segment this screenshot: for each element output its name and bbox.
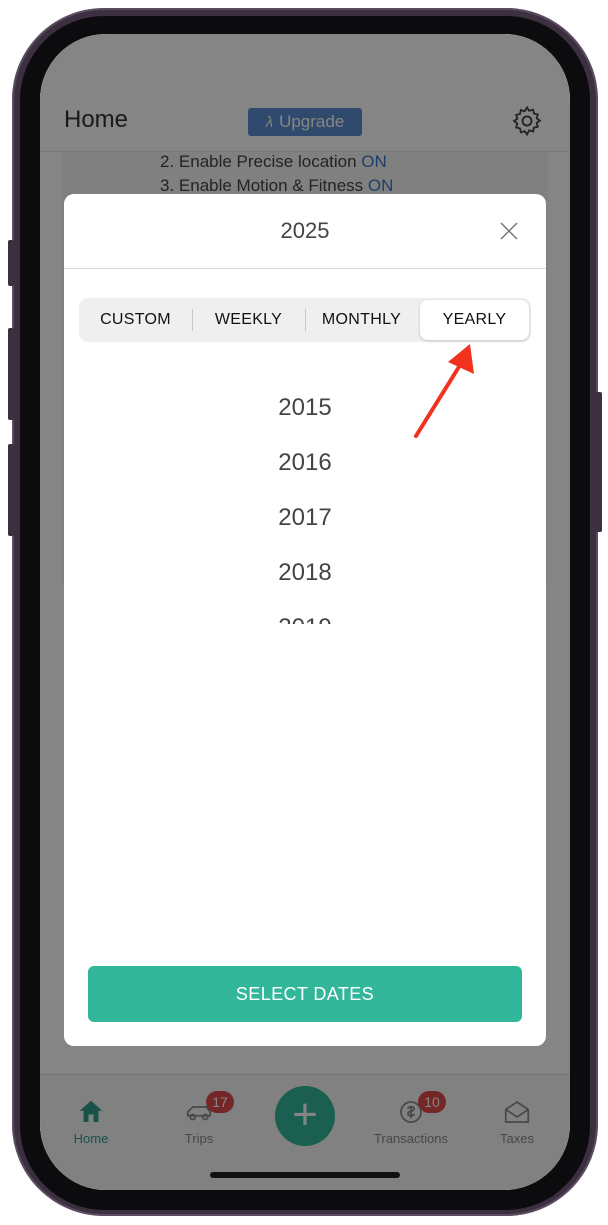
side-button-volume-up [8, 328, 14, 420]
select-dates-button[interactable]: SELECT DATES [88, 966, 522, 1022]
year-option[interactable]: 2019 [64, 600, 546, 624]
year-option[interactable]: 2017 [64, 490, 546, 545]
side-button-volume-down [8, 444, 14, 536]
year-picker-list[interactable]: 2015 2016 2017 2018 2019 [64, 380, 546, 624]
modal-title: 2025 [280, 218, 330, 243]
year-option[interactable]: 2018 [64, 545, 546, 600]
side-button-action [8, 240, 14, 286]
year-option[interactable]: 2016 [64, 435, 546, 490]
period-segmented-control: CUSTOM WEEKLY MONTHLY YEARLY [79, 298, 531, 342]
home-indicator[interactable] [210, 1172, 400, 1178]
date-range-modal: 2025 CUSTOM WEEKLY MONTHLY YEARLY 2015 2… [64, 194, 546, 1046]
side-button-power [596, 392, 602, 532]
screen: Home λ Upgrade 2. Enable Precise locatio… [40, 34, 570, 1190]
close-icon[interactable] [498, 220, 520, 242]
modal-divider [64, 268, 546, 269]
tab-weekly[interactable]: WEEKLY [192, 298, 305, 342]
year-option[interactable]: 2015 [64, 380, 546, 435]
tab-monthly[interactable]: MONTHLY [305, 298, 418, 342]
tab-custom[interactable]: CUSTOM [79, 298, 192, 342]
tab-yearly[interactable]: YEARLY [420, 300, 529, 340]
